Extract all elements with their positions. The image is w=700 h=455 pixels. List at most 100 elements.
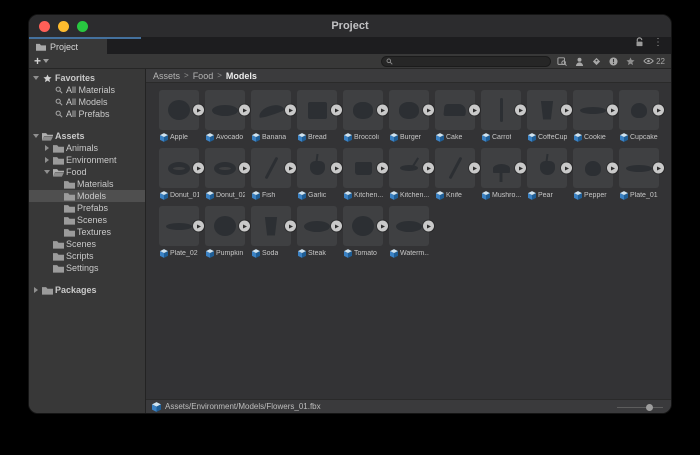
zoom-button[interactable] — [77, 21, 88, 32]
asset-thumbnail[interactable] — [251, 148, 291, 188]
sidebar-item-all-prefabs[interactable]: All Prefabs — [29, 108, 145, 120]
asset-item-pepper[interactable]: Pepper — [573, 148, 613, 201]
expand-arrow-icon[interactable] — [32, 286, 40, 294]
asset-thumbnail[interactable] — [251, 90, 291, 130]
expand-asset-button[interactable] — [331, 163, 342, 174]
asset-item-pumpkin[interactable]: Pumpkin — [205, 206, 245, 259]
asset-thumbnail[interactable] — [205, 206, 245, 246]
breadcrumb-models[interactable]: Models — [226, 71, 257, 81]
asset-item-kitchen[interactable]: Kitchen... — [389, 148, 429, 201]
asset-thumbnail[interactable] — [251, 206, 291, 246]
expand-asset-button[interactable] — [561, 105, 572, 116]
asset-item-cake[interactable]: Cake — [435, 90, 475, 143]
expand-asset-button[interactable] — [423, 163, 434, 174]
sidebar-item-materials[interactable]: Materials — [29, 178, 145, 190]
asset-thumbnail[interactable] — [435, 148, 475, 188]
sidebar-item-prefabs[interactable]: Prefabs — [29, 202, 145, 214]
search-input[interactable] — [396, 57, 546, 66]
asset-item-bread[interactable]: Bread — [297, 90, 337, 143]
asset-item-burger[interactable]: Burger — [389, 90, 429, 143]
search-in-window-icon[interactable] — [557, 57, 567, 66]
close-button[interactable] — [39, 21, 50, 32]
asset-thumbnail[interactable] — [573, 90, 613, 130]
asset-thumbnail[interactable] — [159, 206, 199, 246]
expand-asset-button[interactable] — [423, 105, 434, 116]
expand-asset-button[interactable] — [239, 221, 250, 232]
sidebar-item-textures[interactable]: Textures — [29, 226, 145, 238]
asset-thumbnail[interactable] — [619, 148, 659, 188]
asset-thumbnail[interactable] — [297, 206, 337, 246]
asset-item-waterm[interactable]: Waterm... — [389, 206, 429, 259]
asset-item-kitchen[interactable]: Kitchen... — [343, 148, 383, 201]
expand-asset-button[interactable] — [423, 221, 434, 232]
asset-thumbnail[interactable] — [573, 148, 613, 188]
sidebar-item-all-materials[interactable]: All Materials — [29, 84, 145, 96]
log-icon[interactable] — [609, 57, 618, 66]
label-filter-icon[interactable] — [592, 57, 601, 66]
expand-asset-button[interactable] — [469, 163, 480, 174]
asset-grid-area[interactable]: AppleAvocadoBananaBreadBroccoliBurgerCak… — [146, 83, 671, 399]
asset-thumbnail[interactable] — [297, 90, 337, 130]
minimize-button[interactable] — [58, 21, 69, 32]
collapse-arrow-icon[interactable] — [32, 74, 40, 82]
expand-asset-button[interactable] — [607, 105, 618, 116]
asset-item-apple[interactable]: Apple — [159, 90, 199, 143]
asset-thumbnail[interactable] — [205, 148, 245, 188]
collapse-arrow-icon[interactable] — [43, 168, 51, 176]
expand-asset-button[interactable] — [515, 163, 526, 174]
lock-icon[interactable] — [635, 34, 644, 52]
asset-item-pear[interactable]: Pear — [527, 148, 567, 201]
asset-thumbnail[interactable] — [389, 90, 429, 130]
asset-item-donut-01[interactable]: Donut_01 — [159, 148, 199, 201]
sidebar-item-packages[interactable]: Packages — [29, 284, 145, 296]
breadcrumb-assets[interactable]: Assets — [153, 71, 180, 81]
sidebar-item-scripts[interactable]: Scripts — [29, 250, 145, 262]
asset-thumbnail[interactable] — [481, 90, 521, 130]
expand-asset-button[interactable] — [285, 221, 296, 232]
asset-item-banana[interactable]: Banana — [251, 90, 291, 143]
asset-item-mushro[interactable]: Mushro... — [481, 148, 521, 201]
asset-item-carrot[interactable]: Carrot — [481, 90, 521, 143]
asset-item-donut-02[interactable]: Donut_02 — [205, 148, 245, 201]
asset-item-avocado[interactable]: Avocado — [205, 90, 245, 143]
asset-thumbnail[interactable] — [527, 148, 567, 188]
breadcrumb-food[interactable]: Food — [193, 71, 214, 81]
sidebar-item-environment[interactable]: Environment — [29, 154, 145, 166]
asset-filter-icon[interactable] — [575, 57, 584, 66]
asset-thumbnail[interactable] — [389, 148, 429, 188]
favorites-star-icon[interactable] — [626, 57, 635, 66]
asset-item-steak[interactable]: Steak — [297, 206, 337, 259]
search-bar[interactable] — [381, 56, 551, 67]
asset-item-fish[interactable]: Fish — [251, 148, 291, 201]
expand-asset-button[interactable] — [515, 105, 526, 116]
sidebar-item-scenes[interactable]: Scenes — [29, 238, 145, 250]
asset-thumbnail[interactable] — [159, 148, 199, 188]
asset-item-broccoli[interactable]: Broccoli — [343, 90, 383, 143]
asset-thumbnail[interactable] — [343, 148, 383, 188]
expand-asset-button[interactable] — [285, 163, 296, 174]
sidebar-item-scenes[interactable]: Scenes — [29, 214, 145, 226]
expand-arrow-icon[interactable] — [43, 144, 51, 152]
asset-thumbnail[interactable] — [159, 90, 199, 130]
thumbnail-zoom-slider[interactable] — [617, 402, 663, 412]
asset-thumbnail[interactable] — [343, 206, 383, 246]
asset-item-soda[interactable]: Soda — [251, 206, 291, 259]
expand-asset-button[interactable] — [331, 105, 342, 116]
title-bar[interactable]: Project — [29, 15, 671, 37]
expand-asset-button[interactable] — [653, 105, 664, 116]
expand-asset-button[interactable] — [377, 163, 388, 174]
visibility-icon[interactable]: 22 — [643, 57, 665, 66]
sidebar-item-favorites[interactable]: Favorites — [29, 72, 145, 84]
zoom-slider-knob[interactable] — [646, 404, 653, 411]
asset-thumbnail[interactable] — [481, 148, 521, 188]
expand-asset-button[interactable] — [561, 163, 572, 174]
sidebar-item-assets[interactable]: Assets — [29, 130, 145, 142]
asset-thumbnail[interactable] — [389, 206, 429, 246]
expand-asset-button[interactable] — [239, 163, 250, 174]
sidebar-item-all-models[interactable]: All Models — [29, 96, 145, 108]
asset-thumbnail[interactable] — [343, 90, 383, 130]
asset-item-plate-01[interactable]: Plate_01 — [619, 148, 659, 201]
sidebar-item-models[interactable]: Models — [29, 190, 145, 202]
sidebar-item-animals[interactable]: Animals — [29, 142, 145, 154]
asset-item-tomato[interactable]: Tomato — [343, 206, 383, 259]
